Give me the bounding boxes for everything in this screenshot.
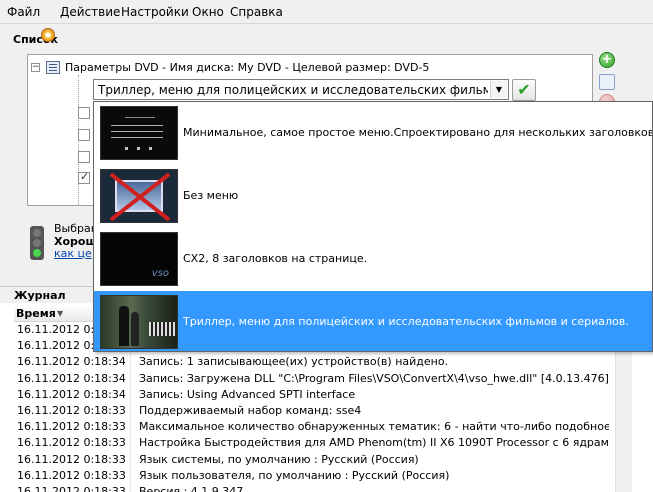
option-label: Минимальное, самое простое меню.Спроекти… [183,126,653,139]
menu-bar: Файл Действие Настройки Окно Справка [0,0,653,24]
plus-icon: + [601,52,613,67]
log-row-time: 16.11.2012 0:18:34 [17,355,126,369]
log-row-message: Поддерживаемый набор команд: sse4 [139,404,362,417]
menu-file[interactable]: Файл [7,5,40,19]
thumbnail-logo-text: vso [151,268,169,279]
log-row-time: 16.11.2012 0:18:33 [17,452,126,466]
log-row-message: Запись: 1 записывающее(их) устройство(в)… [139,355,449,369]
dropdown-option-thriller-selected[interactable]: Триллер, меню для полицейских и исследов… [94,291,652,351]
log-title: Журнал [14,289,66,302]
option-label: CX2, 8 заголовков на странице. [183,252,368,265]
option-label: Без меню [183,189,239,202]
log-row[interactable]: 16.11.2012 0:18:34 Запись: 1 записывающее… [14,354,614,370]
log-row[interactable]: 16.11.2012 0:18:33 Настройка Быстродейств… [14,435,614,451]
log-row[interactable]: 16.11.2012 0:18:33 Версия : 4.1.9.347 [14,484,614,492]
log-row-time: 16.11.2012 0:18:34 [17,387,126,401]
menu-action[interactable]: Действие [60,5,120,19]
menu-help[interactable]: Справка [230,5,283,19]
sort-down-icon: ▼ [57,309,64,318]
log-row[interactable]: 16.11.2012 0:18:34 Запись: Using Advanced… [14,387,614,403]
log-row-time: 16.11.2012 0:18:33 [17,404,126,417]
log-row-time: 16.11.2012 0:18:33 [17,420,126,434]
checkmark-icon: ✔ [517,80,531,99]
dropdown-option-cx2[interactable]: vso CX2, 8 заголовков на странице. [94,228,652,290]
log-col-time[interactable]: Время [16,307,56,320]
log-row[interactable]: 16.11.2012 0:18:34 Запись: Загружена DLL … [14,371,614,387]
menu-settings[interactable]: Настройки [121,5,189,19]
menu-template-combobox[interactable]: Триллер, меню для полицейских и исследов… [93,79,509,100]
log-row[interactable]: 16.11.2012 0:18:33 Язык пользователя, по … [14,468,614,484]
log-row-message: Максимальное количество обнаруженных тем… [139,420,609,434]
log-row[interactable]: 16.11.2012 0:18:33 Максимальное количеств… [14,419,614,435]
option-label: Триллер, меню для полицейских и исследов… [183,315,629,328]
dropdown-option-simple[interactable]: Минимальное, самое простое меню.Спроекти… [94,102,653,164]
traffic-light-icon [30,226,44,260]
log-row-message: Язык системы, по умолчанию : Русский (Ро… [139,452,419,466]
tree-item-checkbox[interactable] [78,151,90,163]
log-row-message: Настройка Быстродействия для AMD Phenom(… [139,436,609,450]
log-row-message: Версия : 4.1.9.347 [139,485,244,492]
log-row-message: Запись: Using Advanced SPTI interface [139,387,356,401]
tree-item-checkbox[interactable] [78,129,90,141]
log-row-time: 16.11.2012 0:18:33 [17,485,126,492]
log-row[interactable]: 16.11.2012 0:18:33 Поддерживаемый набор к… [14,403,614,419]
combobox-value: Триллер, меню для полицейских и исследов… [98,83,488,97]
tree-item-checkbox[interactable] [78,107,90,119]
tree-root-label: Параметры DVD - Имя диска: My DVD - Целе… [65,61,430,74]
log-row-time: 16.11.2012 0:18:33 [17,468,126,482]
menu-template-dropdown[interactable]: Минимальное, самое простое меню.Спроекти… [93,101,653,352]
log-row-time: 16.11.2012 0:18:34 [17,371,126,385]
simple-menu-thumbnail-icon [100,106,178,160]
status-line-selected: Выбран [54,222,98,235]
tree-item-checkbox-checked[interactable] [78,170,90,184]
collapse-icon[interactable]: − [31,63,40,72]
dvd-disc-icon [41,28,55,42]
menu-window[interactable]: Окно [192,5,224,19]
list-icon [46,61,60,74]
log-row-time: 16.11.2012 0:18:33 [17,436,126,450]
no-menu-thumbnail-icon [100,169,178,223]
thriller-menu-thumbnail-icon [100,295,178,349]
dropdown-option-no-menu[interactable]: Без меню [94,165,652,227]
log-row[interactable]: 16.11.2012 0:18:33 Язык системы, по умолч… [14,452,614,468]
cx2-menu-thumbnail-icon: vso [100,232,178,286]
log-row-message: Запись: Загружена DLL "C:\Program Files\… [139,371,609,385]
confirm-check-button[interactable]: ✔ [512,79,536,101]
sort-items-button[interactable] [599,74,615,90]
status-link[interactable]: как це [54,247,92,260]
log-row-message: Язык пользователя, по умолчанию : Русски… [139,468,450,482]
add-item-button[interactable]: + [599,52,615,68]
chevron-down-icon[interactable]: ▼ [490,81,507,98]
